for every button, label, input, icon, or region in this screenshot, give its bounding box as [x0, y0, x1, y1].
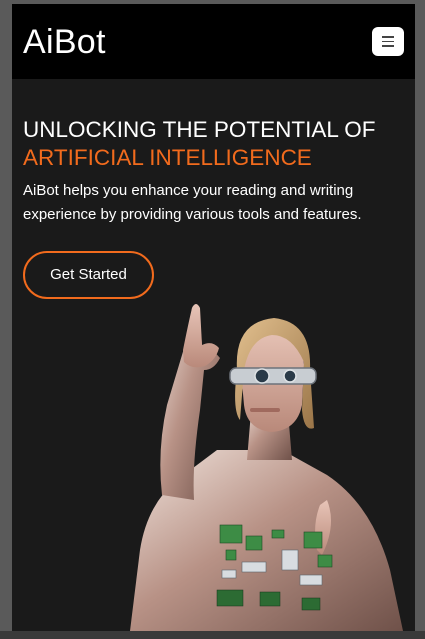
brand-logo[interactable]: AiBot [23, 22, 106, 62]
hero-title-line2: ARTIFICIAL INTELLIGENCE [23, 145, 312, 170]
hero-title: UNLOCKING THE POTENTIAL OF ARTIFICIAL IN… [23, 116, 408, 172]
hero-description: AiBot helps you enhance your reading and… [23, 182, 362, 223]
hero-title-line1: UNLOCKING THE POTENTIAL OF [23, 117, 376, 142]
hero-image [130, 304, 403, 631]
get-started-button[interactable]: Get Started [23, 251, 154, 299]
navbar: AiBot [12, 4, 415, 79]
bottom-strip [0, 631, 425, 639]
page-frame: AiBot UNLOCKING THE POTENTIAL OF ARTIFIC… [12, 4, 415, 631]
hamburger-menu-icon[interactable] [372, 27, 404, 56]
